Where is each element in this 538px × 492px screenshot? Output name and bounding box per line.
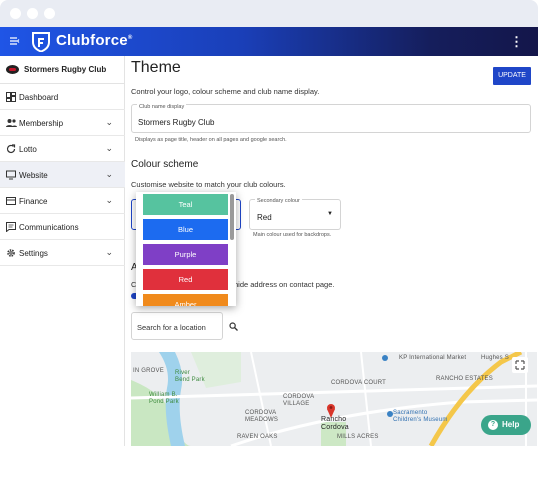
window-dot (44, 8, 55, 19)
gear-icon (6, 248, 16, 258)
sidebar-item-communications[interactable]: Communications (0, 214, 125, 240)
sidebar-item-lotto[interactable]: Lotto ⌄ (0, 136, 125, 162)
monitor-icon (6, 170, 16, 180)
map-label: CORDOVA MEADOWS (245, 410, 279, 423)
chevron-down-icon: ⌄ (105, 117, 113, 127)
field-value: Stormers Rugby Club (138, 118, 215, 127)
sidebar-item-label: Website (19, 171, 48, 180)
chat-icon (6, 222, 16, 233)
dropdown-arrow-icon: ▼ (327, 211, 333, 217)
colour-dropdown-menu: Teal Blue Purple Red Amber (136, 192, 236, 306)
sidebar-item-membership[interactable]: Membership ⌄ (0, 110, 125, 136)
page-description: Control your logo, colour scheme and clu… (131, 87, 320, 96)
sidebar: Stormers Rugby Club Dashboard Membership… (0, 56, 125, 446)
club-name-field[interactable]: Club name display Stormers Rugby Club (131, 104, 531, 133)
map-label: MILLS ACRES (337, 434, 379, 440)
map-label: CORDOVA VILLAGE (283, 394, 315, 407)
colour-option[interactable]: Amber (143, 294, 228, 306)
map-label: RAVEN OAKS (237, 434, 278, 440)
window-dot (27, 8, 38, 19)
location-search-input[interactable]: Search for a location (131, 312, 223, 340)
location-map[interactable]: KP International Market Hughes S IN GROV… (131, 352, 537, 446)
help-button[interactable]: ? Help (481, 415, 531, 435)
address-text: hide address on contact page. (234, 280, 335, 289)
club-selector[interactable]: Stormers Rugby Club (0, 56, 125, 84)
map-label: Hughes S (481, 355, 509, 361)
menu-collapse-icon[interactable] (9, 35, 21, 47)
chevron-down-icon: ⌄ (105, 169, 113, 179)
map-label: RANCHO ESTATES (436, 376, 493, 382)
sidebar-item-label: Membership (19, 119, 64, 128)
brand-name: Clubforce® (56, 32, 133, 49)
help-icon: ? (488, 420, 498, 430)
chevron-down-icon: ⌄ (105, 195, 113, 205)
club-name-hint: Displays as page title, header on all pa… (135, 137, 287, 143)
search-placeholder: Search for a location (137, 323, 206, 332)
sidebar-item-label: Communications (19, 223, 79, 232)
chevron-down-icon: ⌄ (105, 247, 113, 257)
secondary-colour-select[interactable]: Secondary colour Red ▼ (249, 198, 341, 230)
sidebar-item-label: Dashboard (19, 93, 59, 102)
refresh-icon (6, 144, 16, 154)
field-value: Red (257, 213, 272, 222)
app-window: Clubforce® ⋮ Stormers Rugby Club Dashboa… (0, 0, 538, 446)
people-icon (6, 118, 17, 128)
page-title: Theme (131, 59, 181, 76)
card-icon (6, 196, 16, 206)
help-label: Help (502, 420, 520, 429)
sidebar-item-dashboard[interactable]: Dashboard (0, 84, 125, 110)
field-label: Club name display (137, 104, 187, 110)
colour-option[interactable]: Teal (143, 194, 228, 215)
map-label: KP International Market (399, 355, 467, 361)
colour-scheme-heading: Colour scheme (131, 159, 199, 170)
map-label: Sacramento Children's Museum (393, 410, 448, 423)
map-label: Rancho Cordova (321, 416, 349, 431)
map-label: River Bend Park (175, 370, 205, 383)
colour-option[interactable]: Purple (143, 244, 228, 265)
sidebar-item-label: Finance (19, 197, 48, 206)
map-label: William B. Pond Park (149, 392, 179, 405)
update-button[interactable]: UPDATE (493, 67, 531, 85)
colour-option[interactable]: Blue (143, 219, 228, 240)
window-dot (10, 8, 21, 19)
chevron-down-icon: ⌄ (105, 143, 113, 153)
more-options-icon[interactable]: ⋮ (510, 34, 523, 50)
sidebar-item-website[interactable]: Website ⌄ (0, 162, 125, 188)
sidebar-item-label: Settings (19, 249, 48, 258)
map-label: IN GROVE (133, 368, 164, 374)
sidebar-item-label: Lotto (19, 145, 37, 154)
club-logo-icon (6, 65, 19, 74)
colour-scheme-description: Customise website to match your club col… (131, 180, 286, 189)
dropdown-scrollbar[interactable] (230, 194, 234, 240)
colour-option[interactable]: Red (143, 269, 228, 290)
field-label: Secondary colour (255, 198, 302, 204)
club-name: Stormers Rugby Club (24, 65, 107, 74)
map-label: CORDOVA COURT (331, 380, 387, 386)
sidebar-item-finance[interactable]: Finance ⌄ (0, 188, 125, 214)
clubforce-logo-icon (31, 31, 51, 53)
top-bar: Clubforce® ⋮ (0, 27, 538, 56)
sidebar-item-settings[interactable]: Settings ⌄ (0, 240, 125, 266)
secondary-colour-hint: Main colour used for backdrops. (253, 232, 332, 238)
dashboard-icon (6, 92, 16, 102)
search-icon[interactable] (229, 322, 238, 333)
browser-chrome (0, 0, 538, 27)
